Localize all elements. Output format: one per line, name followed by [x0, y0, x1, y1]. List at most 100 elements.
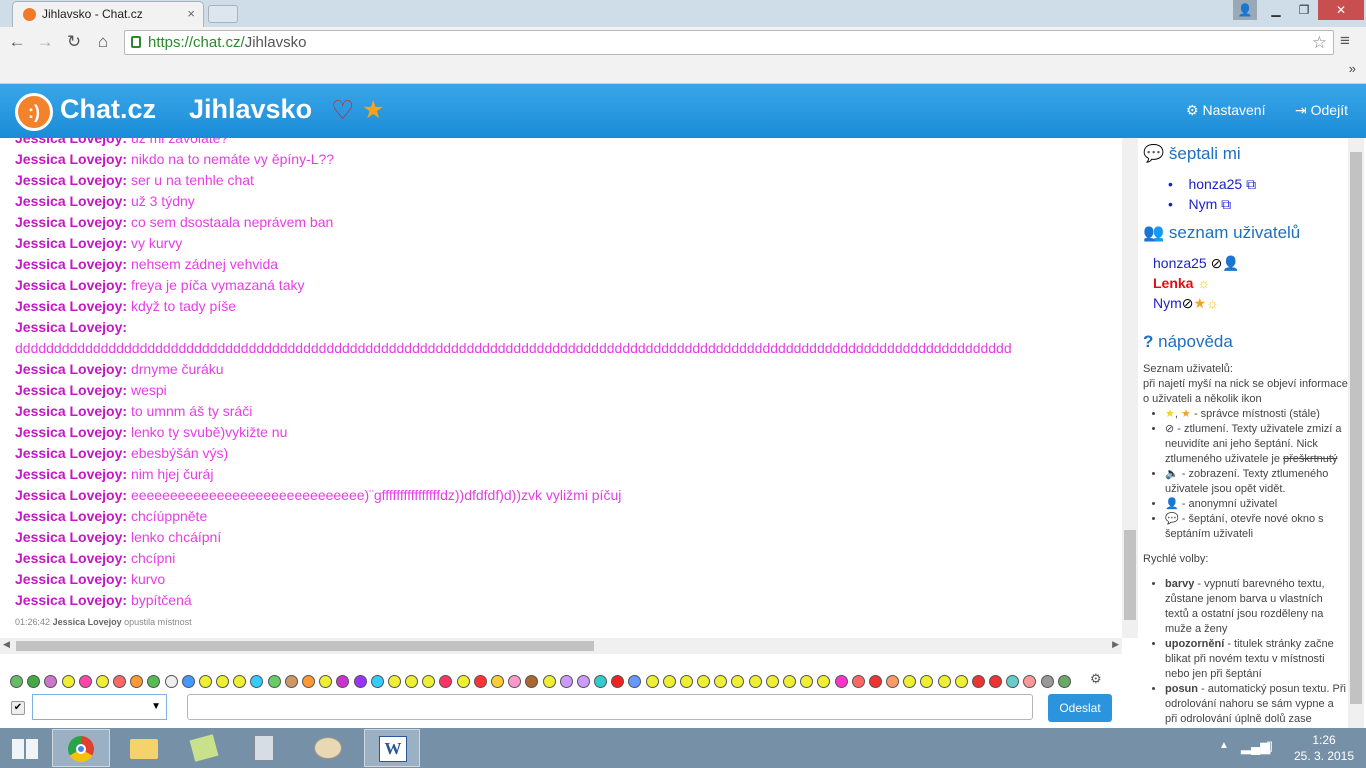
chat-vertical-scrollbar[interactable] — [1122, 138, 1138, 638]
emoticon-icon[interactable] — [182, 675, 195, 688]
emoticon-icon[interactable] — [491, 675, 504, 688]
message-nick[interactable]: Jessica Lovejoy: — [15, 256, 127, 272]
emoticon-icon[interactable] — [147, 675, 160, 688]
scroll-right-icon[interactable]: ▶ — [1112, 639, 1119, 650]
settings-link[interactable]: ⚙ Nastavení — [1186, 102, 1266, 119]
color-select[interactable]: ▼ — [32, 694, 167, 720]
emoticon-icon[interactable] — [731, 675, 744, 688]
scroll-thumb[interactable] — [1350, 152, 1362, 704]
whispered-item-honza25[interactable]: • honza25 ⧉ — [1168, 176, 1256, 193]
emoticon-icon[interactable] — [1006, 675, 1019, 688]
message-nick[interactable]: Jessica Lovejoy: — [15, 319, 127, 335]
emoticon-icon[interactable] — [525, 675, 538, 688]
emoticon-icon[interactable] — [920, 675, 933, 688]
emoticon-icon[interactable] — [199, 675, 212, 688]
more-bookmarks-icon[interactable]: » — [1349, 61, 1356, 76]
address-bar[interactable]: https://chat.cz/Jihlavsko ☆ — [124, 30, 1334, 55]
emoticon-icon[interactable] — [405, 675, 418, 688]
minimize-button[interactable]: ▁ — [1262, 0, 1290, 20]
emoticon-icon[interactable] — [972, 675, 985, 688]
message-nick[interactable]: Jessica Lovejoy: — [15, 277, 127, 293]
user-item-nym[interactable]: Nym⊘★☼ — [1153, 295, 1219, 312]
user-icon[interactable]: 👤 — [1233, 0, 1257, 20]
message-input[interactable] — [187, 694, 1033, 720]
maximize-button[interactable]: ❐ — [1290, 0, 1318, 20]
forward-icon[interactable]: → — [34, 31, 56, 53]
emoticon-icon[interactable] — [96, 675, 109, 688]
emoticon-icon[interactable] — [62, 675, 75, 688]
user-item-honza25[interactable]: honza25 ⊘👤 — [1153, 255, 1240, 272]
whispered-item-nym[interactable]: • Nym ⧉ — [1168, 196, 1231, 213]
emoticon-icon[interactable] — [285, 675, 298, 688]
emoticon-icon[interactable] — [646, 675, 659, 688]
message-nick[interactable]: Jessica Lovejoy: — [15, 529, 127, 545]
emoticon-icon[interactable] — [938, 675, 951, 688]
emoticon-icon[interactable] — [113, 675, 126, 688]
bookmark-star-icon[interactable]: ☆ — [1312, 31, 1327, 54]
emoticon-icon[interactable] — [268, 675, 281, 688]
emoticon-icon[interactable] — [1041, 675, 1054, 688]
open-window-icon[interactable]: ⧉ — [1221, 196, 1231, 212]
site-brand[interactable]: Chat.cz — [60, 94, 156, 125]
emoticon-icon[interactable] — [354, 675, 367, 688]
emoticon-icon[interactable] — [680, 675, 693, 688]
sidebar-scrollbar[interactable] — [1348, 138, 1364, 728]
emoticon-icon[interactable] — [508, 675, 521, 688]
emoticon-icon[interactable] — [216, 675, 229, 688]
emoticon-icon[interactable] — [250, 675, 263, 688]
taskbar-chrome[interactable] — [52, 729, 110, 767]
emoticon-icon[interactable] — [852, 675, 865, 688]
back-icon[interactable]: ← — [6, 31, 28, 53]
emoticon-icon[interactable] — [903, 675, 916, 688]
scroll-left-icon[interactable]: ◀ — [3, 639, 10, 650]
emoticon-icon[interactable] — [577, 675, 590, 688]
emoticon-icon[interactable] — [560, 675, 573, 688]
message-nick[interactable]: Jessica Lovejoy: — [15, 445, 127, 461]
scroll-thumb[interactable] — [16, 641, 594, 651]
message-nick[interactable]: Jessica Lovejoy: — [15, 151, 127, 167]
taskbar-word[interactable]: W — [364, 729, 420, 767]
gear-icon[interactable]: ⚙ — [1090, 671, 1102, 687]
emoticon-icon[interactable] — [336, 675, 349, 688]
emoticon-icon[interactable] — [663, 675, 676, 688]
emoticon-icon[interactable] — [27, 675, 40, 688]
taskbar-sticky-notes[interactable] — [176, 729, 232, 767]
emoticon-icon[interactable] — [439, 675, 452, 688]
reload-icon[interactable]: ↻ — [63, 31, 85, 53]
browser-tab[interactable]: Jihlavsko - Chat.cz × — [12, 1, 204, 27]
emoticon-icon[interactable] — [886, 675, 899, 688]
emoticon-icon[interactable] — [955, 675, 968, 688]
emoticon-icon[interactable] — [130, 675, 143, 688]
emoticon-icon[interactable] — [594, 675, 607, 688]
message-nick[interactable]: Jessica Lovejoy: — [15, 382, 127, 398]
mute-icon[interactable]: ⊘ — [1211, 255, 1223, 271]
emoticon-icon[interactable] — [989, 675, 1002, 688]
start-button[interactable] — [0, 729, 50, 767]
emoticon-icon[interactable] — [835, 675, 848, 688]
emoticon-icon[interactable] — [869, 675, 882, 688]
scroll-thumb[interactable] — [1124, 530, 1136, 620]
user-item-lenka[interactable]: Lenka ☼ — [1153, 275, 1210, 291]
message-nick[interactable]: Jessica Lovejoy: — [15, 172, 127, 188]
logout-link[interactable]: ⇥ Odejít — [1295, 102, 1348, 119]
emoticon-icon[interactable] — [783, 675, 796, 688]
emoticon-icon[interactable] — [474, 675, 487, 688]
emoticon-icon[interactable] — [457, 675, 470, 688]
emoticon-icon[interactable] — [10, 675, 23, 688]
emoticon-icon[interactable] — [817, 675, 830, 688]
message-nick[interactable]: Jessica Lovejoy: — [15, 550, 127, 566]
emoticon-icon[interactable] — [422, 675, 435, 688]
emoticon-icon[interactable] — [302, 675, 315, 688]
taskbar-calculator[interactable] — [236, 729, 292, 767]
emoticon-icon[interactable] — [319, 675, 332, 688]
message-nick[interactable]: Jessica Lovejoy: — [15, 193, 127, 209]
message-nick[interactable]: Jessica Lovejoy: — [15, 138, 127, 146]
message-nick[interactable]: Jessica Lovejoy: — [15, 571, 127, 587]
home-icon[interactable]: ⌂ — [92, 31, 114, 53]
emoticon-icon[interactable] — [749, 675, 762, 688]
emoticon-icon[interactable] — [628, 675, 641, 688]
message-nick[interactable]: Jessica Lovejoy: — [15, 214, 127, 230]
emoticon-icon[interactable] — [1058, 675, 1071, 688]
message-nick[interactable]: Jessica Lovejoy: — [15, 403, 127, 419]
message-nick[interactable]: Jessica Lovejoy: — [15, 361, 127, 377]
